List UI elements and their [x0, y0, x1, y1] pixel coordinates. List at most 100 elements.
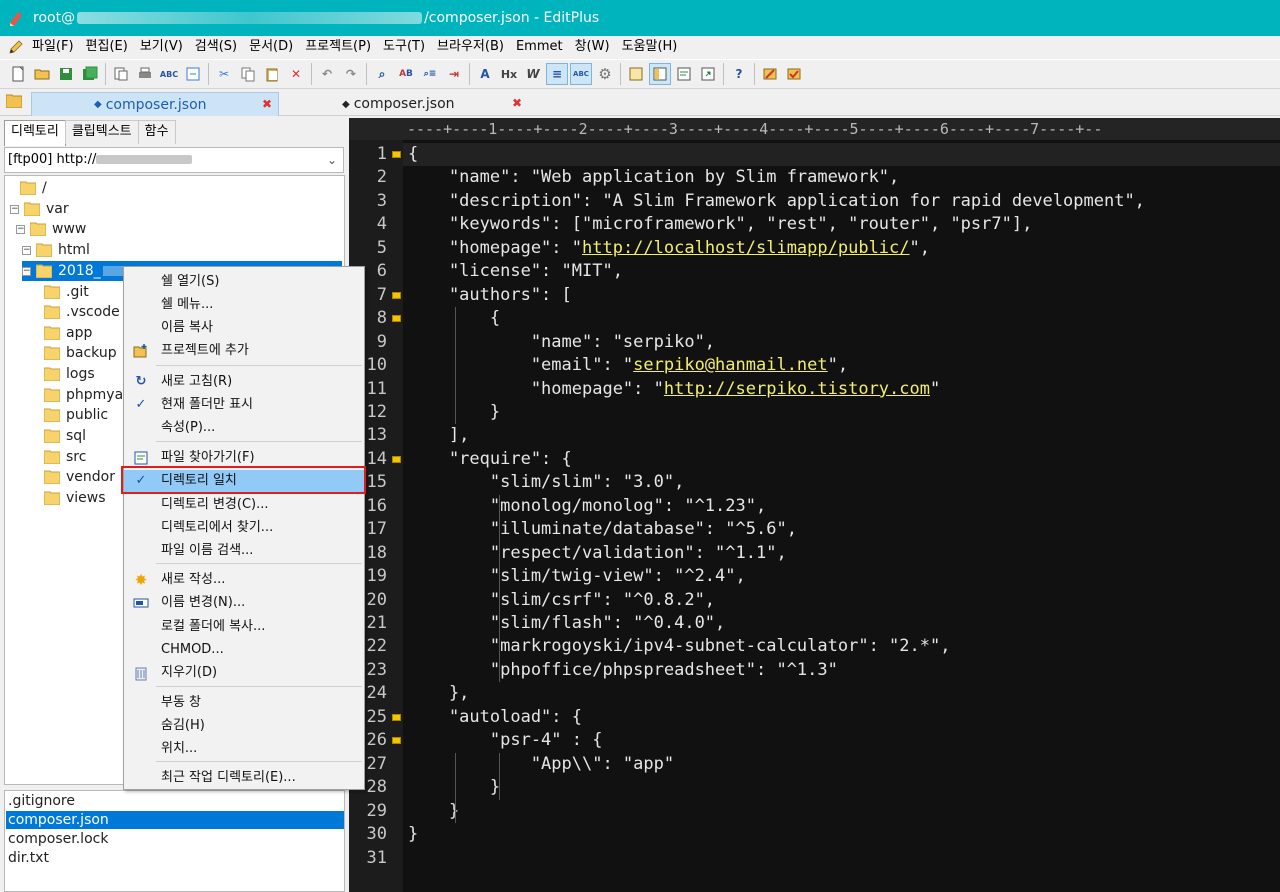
tab-composer-json-2[interactable]: ◆ composer.json ✖: [280, 92, 528, 116]
save-icon[interactable]: [55, 63, 77, 85]
link-text[interactable]: serpiko@hanmail.net: [633, 355, 827, 375]
context-menu-item[interactable]: 지우기(D): [124, 662, 364, 684]
copy-doc-icon[interactable]: [110, 63, 132, 85]
tab-composer-json-1[interactable]: ◆ composer.json ✖: [31, 92, 279, 116]
tab-cliptext[interactable]: 클립텍스트: [64, 120, 139, 144]
fold-marker-icon[interactable]: [392, 737, 401, 745]
menu-browser[interactable]: 브라우저(B): [431, 36, 510, 58]
output-window-icon[interactable]: [697, 63, 719, 85]
help-cursor-icon[interactable]: ?: [728, 63, 750, 85]
context-menu-item[interactable]: 이름 복사: [124, 317, 364, 339]
close-tab-icon[interactable]: ✖: [512, 96, 522, 110]
tree-node-vendor[interactable]: vendor: [44, 467, 115, 487]
settings-gear-icon[interactable]: ⚙: [594, 63, 616, 85]
save-all-icon[interactable]: [79, 63, 101, 85]
file-item-composer-lock[interactable]: composer.lock: [6, 830, 344, 848]
word-wrap-icon[interactable]: W: [522, 63, 544, 85]
context-menu-item[interactable]: ✸ 새로 작성...: [124, 569, 364, 591]
user-tool-1-icon[interactable]: [759, 63, 781, 85]
ruler-toggle-icon[interactable]: ABC: [570, 63, 592, 85]
copy-icon[interactable]: [237, 63, 259, 85]
fold-marker-icon[interactable]: [392, 291, 401, 299]
close-tab-icon[interactable]: ✖: [262, 97, 272, 111]
panel-icon[interactable]: [625, 63, 647, 85]
font-icon[interactable]: A: [474, 63, 496, 85]
tree-node-phpmyadmin[interactable]: phpmyac: [44, 385, 131, 405]
collapse-icon[interactable]: −: [22, 245, 31, 255]
tree-node-git[interactable]: .git: [44, 282, 89, 302]
collapse-icon[interactable]: −: [10, 204, 19, 214]
fold-marker-icon[interactable]: [392, 455, 401, 463]
context-menu-item[interactable]: 프로젝트에 추가: [124, 340, 364, 362]
tree-node-www[interactable]: − www: [16, 219, 86, 239]
context-menu-item[interactable]: 숨김(H): [124, 715, 364, 737]
tree-node-html[interactable]: − html: [22, 240, 90, 260]
context-menu-item[interactable]: 위치...: [124, 738, 364, 760]
delete-icon[interactable]: ✕: [285, 63, 307, 85]
file-item-dir-txt[interactable]: dir.txt: [6, 849, 344, 867]
menu-document[interactable]: 문서(D): [243, 36, 299, 58]
fold-marker-icon[interactable]: [392, 713, 401, 721]
cliptext-icon[interactable]: [673, 63, 695, 85]
tree-node-logs[interactable]: logs: [44, 364, 95, 384]
fold-marker-icon[interactable]: [392, 315, 401, 323]
paste-icon[interactable]: [261, 63, 283, 85]
replace-icon[interactable]: AB: [395, 63, 417, 85]
cut-icon[interactable]: ✂: [213, 63, 235, 85]
context-menu-item[interactable]: 쉘 열기(S): [124, 271, 364, 293]
link-text[interactable]: http://serpiko.tistory.com: [664, 379, 930, 399]
print-icon[interactable]: [134, 63, 156, 85]
file-item-composer-json[interactable]: composer.json: [6, 811, 344, 829]
context-menu-item[interactable]: 이름 변경(N)...: [124, 592, 364, 614]
menu-file[interactable]: 파일(F): [26, 36, 80, 58]
menu-edit[interactable]: 편집(E): [80, 36, 134, 58]
menu-window[interactable]: 창(W): [569, 36, 616, 58]
user-tool-2-icon[interactable]: [783, 63, 805, 85]
context-menu-item[interactable]: 로컬 폴더에 복사...: [124, 616, 364, 638]
link-text[interactable]: http://localhost/slimapp/public/: [582, 238, 910, 258]
hex-icon[interactable]: Hx: [498, 63, 520, 85]
chevron-down-icon[interactable]: ⌄: [327, 148, 337, 172]
tab-directory[interactable]: 디렉토리: [4, 120, 66, 146]
context-menu-item[interactable]: CHMOD...: [124, 639, 364, 661]
context-menu-item[interactable]: 파일 이름 검색...: [124, 540, 364, 562]
tree-node-sql[interactable]: sql: [44, 426, 86, 446]
context-menu-item[interactable]: 쉘 메뉴...: [124, 294, 364, 316]
tree-node-root[interactable]: /: [20, 178, 47, 198]
spellcheck-icon[interactable]: ABC: [158, 63, 180, 85]
tree-node-src[interactable]: src: [44, 447, 86, 467]
find-icon[interactable]: ⌕: [371, 63, 393, 85]
collapse-icon[interactable]: −: [16, 224, 25, 234]
ftp-location-select[interactable]: [ftp00] http:// ⌄: [4, 147, 344, 173]
tree-node-vscode[interactable]: .vscode: [44, 302, 120, 322]
goto-line-icon[interactable]: ⇥: [443, 63, 465, 85]
collapse-icon[interactable]: −: [22, 266, 31, 276]
context-menu-item[interactable]: 디렉토리 변경(C)...: [124, 494, 364, 516]
open-folder-icon[interactable]: [31, 63, 53, 85]
tab-functions[interactable]: 함수: [137, 120, 176, 144]
context-menu-item[interactable]: 속성(P)...: [124, 417, 364, 439]
redo-icon[interactable]: ↷: [340, 63, 362, 85]
context-menu-item[interactable]: ✓ 현재 폴더만 표시: [124, 394, 364, 416]
preview-icon[interactable]: [182, 63, 204, 85]
undo-icon[interactable]: ↶: [316, 63, 338, 85]
line-numbers-icon[interactable]: ≡: [546, 63, 568, 85]
menu-emmet[interactable]: Emmet: [510, 36, 569, 58]
file-item-gitignore[interactable]: .gitignore: [6, 792, 344, 810]
tree-node-views[interactable]: views: [44, 488, 106, 508]
menu-help[interactable]: 도움말(H): [616, 36, 684, 58]
tree-node-var[interactable]: − var: [10, 199, 69, 219]
menu-project[interactable]: 프로젝트(P): [299, 36, 377, 58]
new-file-icon[interactable]: [7, 63, 29, 85]
context-menu-item[interactable]: ↻ 새로 고침(R): [124, 371, 364, 393]
fold-marker-icon[interactable]: [392, 151, 401, 158]
menu-search[interactable]: 검색(S): [189, 36, 243, 58]
tree-node-public[interactable]: public: [44, 405, 108, 425]
tree-node-app[interactable]: app: [44, 323, 92, 343]
context-menu-item[interactable]: 최근 작업 디렉토리(E)...: [124, 767, 364, 789]
context-menu-item[interactable]: 디렉토리에서 찾기...: [124, 517, 364, 539]
menu-tools[interactable]: 도구(T): [377, 36, 431, 58]
context-menu-item[interactable]: 부동 창: [124, 692, 364, 714]
directory-window-icon[interactable]: [649, 63, 671, 85]
menu-view[interactable]: 보기(V): [134, 36, 189, 58]
